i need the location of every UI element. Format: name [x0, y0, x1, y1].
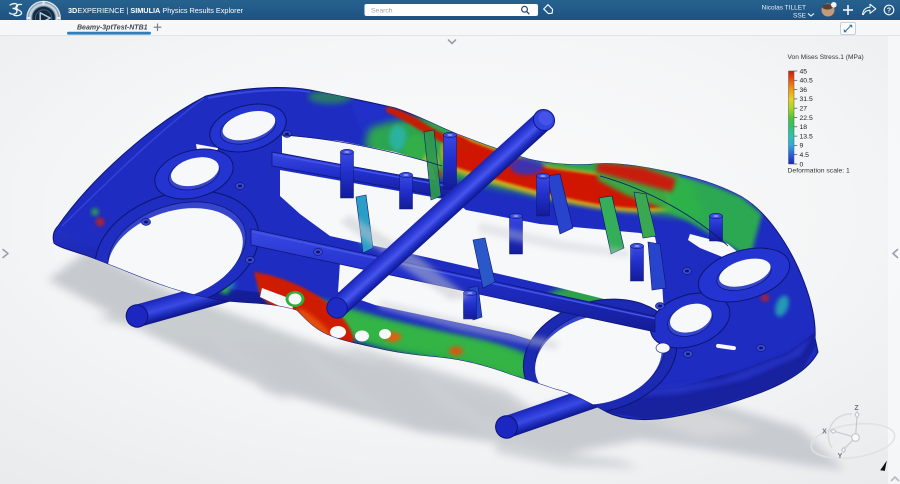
svg-text:45: 45	[800, 68, 808, 75]
svg-text:Z: Z	[854, 405, 859, 412]
svg-text:40.5: 40.5	[800, 78, 813, 85]
svg-text:Nicolas TILLET: Nicolas TILLET	[762, 5, 806, 12]
svg-text:?: ?	[887, 8, 891, 15]
svg-text:SSE: SSE	[793, 13, 807, 20]
svg-text:27: 27	[800, 106, 808, 113]
svg-text:Deformation scale: 1: Deformation scale: 1	[788, 168, 851, 175]
svg-text:31.5: 31.5	[800, 96, 813, 103]
svg-text:13.5: 13.5	[800, 133, 813, 140]
svg-text:22.5: 22.5	[800, 115, 813, 122]
svg-text:3DEXPERIENCE | SIMULIA Physics: 3DEXPERIENCE | SIMULIA Physics Results E…	[68, 6, 244, 15]
svg-text:9: 9	[800, 143, 804, 150]
svg-text:X: X	[822, 429, 827, 436]
svg-text:18: 18	[800, 124, 808, 131]
svg-text:Von Mises Stress.1 (MPa): Von Mises Stress.1 (MPa)	[788, 54, 864, 61]
svg-text:4.5: 4.5	[800, 152, 810, 159]
svg-text:36: 36	[800, 87, 808, 94]
svg-text:Search: Search	[371, 8, 393, 15]
svg-text:Y: Y	[838, 453, 843, 460]
svg-text:Beamy-3ptTest-NTB1: Beamy-3ptTest-NTB1	[77, 24, 148, 31]
